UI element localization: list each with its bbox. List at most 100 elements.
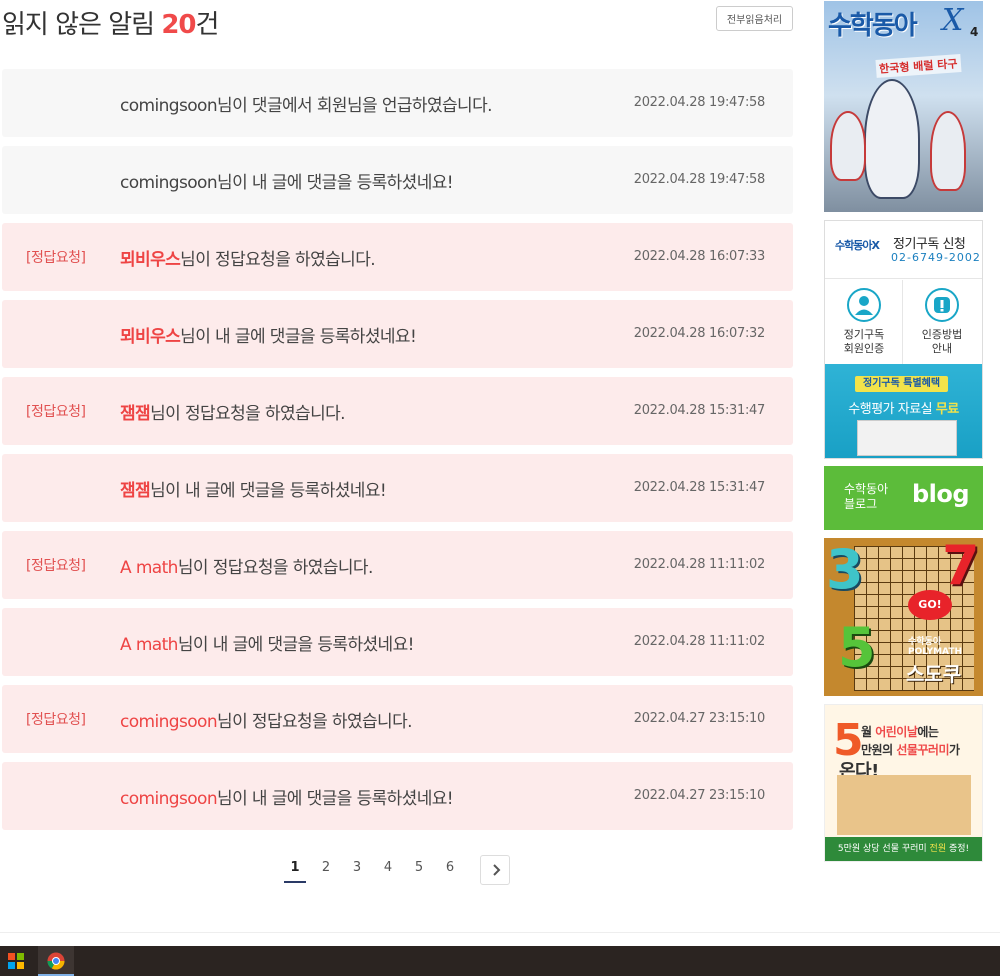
label-line: 정기구독 (843, 328, 885, 341)
page-link[interactable]: 2 (315, 855, 337, 883)
subscription-promo-banner[interactable]: 정기구독 특별혜택 수행평가 자료실 무료 (825, 364, 982, 458)
verify-guide-label: 인증방법 안내 (903, 328, 981, 356)
label-line: 인증방법 (921, 328, 963, 341)
footer-divider (0, 932, 1000, 933)
page-link[interactable]: 6 (439, 855, 461, 883)
event-highlight: 선물꾸러미 (896, 743, 950, 757)
notification-user: comingsoon (120, 173, 218, 193)
notification-date: 2022.04.27 23:15:10 (633, 711, 766, 726)
notification-user: A math (120, 635, 178, 655)
notification-item[interactable]: 뫼비우스님이 내 글에 댓글을 등록하셨네요! 2022.04.28 16:07:… (2, 300, 793, 368)
notification-message: A math님이 내 글에 댓글을 등록하셨네요! (120, 630, 414, 655)
unread-count: 20 (161, 10, 196, 40)
page-link[interactable]: 3 (346, 855, 368, 883)
event-line-1: 월 어린이날에는 (861, 723, 939, 740)
subscription-logo: 수학동아X (835, 239, 880, 252)
notification-list: comingsoon 님이 댓글에서 회원님을 언급하였습니다. 2022.04.2… (2, 69, 793, 839)
member-verify-label: 정기구독 회원인증 (825, 328, 903, 356)
gift-box-illustration (837, 775, 971, 835)
cover-issue: 4 (970, 25, 979, 39)
chrome-taskbar-button[interactable] (38, 946, 74, 976)
brand-line: 수학동아 (908, 637, 942, 647)
event-footer-text: 5만원 상당 선물 꾸러미 (837, 844, 930, 854)
promo-text: 수행평가 자료실 무료 (825, 398, 982, 417)
event-text: 에는 (917, 725, 939, 739)
page-link[interactable]: 1 (284, 855, 306, 883)
notification-user: 뫼비우스 (120, 250, 181, 270)
verify-guide-link[interactable]: 인증방법 안내 (903, 280, 981, 364)
page-header: 읽지 않은 알림 20건 전부읽음처리 (0, 0, 795, 50)
subscription-title: 정기구독 신청 (893, 237, 966, 252)
notification-date: 2022.04.28 16:07:33 (633, 249, 766, 264)
event-highlight: 어린이날 (875, 725, 918, 739)
notification-item[interactable]: comingsoon님이 내 글에 댓글을 등록하셨네요! 2022.04.27 … (2, 762, 793, 830)
worksheet-illustration (857, 420, 957, 456)
notification-message: 잼잼님이 내 글에 댓글을 등록하셨네요! (120, 476, 387, 501)
subscription-header[interactable]: 수학동아X 정기구독 신청 02-6749-2002 (825, 221, 982, 279)
event-footer: 5만원 상당 선물 꾸러미 전원 증정! (825, 837, 982, 861)
notification-text: 님이 내 글에 댓글을 등록하셨네요! (180, 327, 417, 347)
notification-item[interactable]: [정답요청] 잼잼님이 정답요청을 하였습니다. 2022.04.28 15:31:… (2, 377, 793, 445)
notification-item[interactable]: [정답요청] 뫼비우스님이 정답요청을 하였습니다. 2022.04.28 16:0… (2, 223, 793, 291)
user-icon (847, 288, 881, 322)
baseball-player-illustration (930, 111, 966, 191)
notification-text: 님이 내 글에 댓글을 등록하셨네요! (217, 789, 454, 809)
title-suffix: 건 (195, 10, 220, 40)
page-link[interactable]: 5 (408, 855, 430, 883)
notification-message: A math님이 정답요청을 하였습니다. (120, 553, 373, 578)
chrome-icon (47, 952, 65, 970)
windows-icon[interactable] (8, 953, 24, 969)
notification-user: 잼잼 (120, 404, 151, 424)
sudoku-number: 5 (838, 616, 876, 679)
page-link[interactable]: 4 (377, 855, 399, 883)
notification-message: 뫼비우스님이 내 글에 댓글을 등록하셨네요! (120, 322, 417, 347)
notification-date: 2022.04.28 11:11:02 (633, 634, 766, 649)
notification-text: 님이 내 글에 댓글을 등록하셨네요! (177, 635, 415, 655)
sudoku-title: 스도쿠 (906, 662, 962, 686)
notification-date: 2022.04.28 15:31:47 (633, 403, 766, 418)
sudoku-number: 3 (826, 538, 864, 601)
notification-message: comingsoon님이 정답요청을 하였습니다. (120, 707, 413, 732)
sudoku-number: 7 (942, 538, 980, 597)
notification-message: 잼잼님이 정답요청을 하였습니다. (120, 399, 346, 424)
magazine-cover-banner[interactable]: 수학동아 X 4 한국형 배럴 타구 (824, 1, 983, 212)
promo-highlight: 무료 (935, 402, 959, 417)
event-footer-highlight: 전원 (929, 844, 947, 854)
page-title: 읽지 않은 알림 20건 (2, 4, 220, 41)
label-line: 회원인증 (843, 342, 885, 355)
sudoku-banner[interactable]: 3 7 5 GO! 수학동아 POLYMATH 스도쿠 (824, 538, 983, 696)
title-text: 읽지 않은 알림 (2, 10, 155, 40)
notification-date: 2022.04.27 23:15:10 (633, 788, 766, 803)
notification-text: 님이 내 글에 댓글을 등록하셨네요! (217, 173, 454, 193)
next-page-button[interactable] (480, 855, 510, 885)
member-verify-link[interactable]: 정기구독 회원인증 (825, 280, 903, 364)
promo-text-main: 수행평가 자료실 (848, 402, 933, 417)
notification-item[interactable]: comingsoon님이 내 글에 댓글을 등록하셨네요! 2022.04.28 … (2, 146, 793, 214)
notification-item[interactable]: [정답요청] A math님이 정답요청을 하였습니다. 2022.04.28 11… (2, 531, 793, 599)
event-text: 만원의 (861, 743, 897, 757)
notification-date: 2022.04.28 19:47:58 (633, 172, 766, 187)
event-text: 가 (949, 743, 960, 757)
answer-request-tag: [정답요청] (26, 558, 86, 574)
blog-banner[interactable]: 수학동아 블로그 blog (824, 466, 983, 530)
notification-item[interactable]: [정답요청] comingsoon님이 정답요청을 하였습니다. 2022.04.2… (2, 685, 793, 753)
taskbar (0, 946, 1000, 976)
notification-item[interactable]: 잼잼님이 내 글에 댓글을 등록하셨네요! 2022.04.28 15:31:47 (2, 454, 793, 522)
notification-user: 뫼비우스 (120, 327, 181, 347)
blog-kr-label: 수학동아 블로그 (844, 482, 888, 512)
subscription-box: 수학동아X 정기구독 신청 02-6749-2002 정기구독 회원인증 인증방법… (824, 220, 983, 459)
notification-user: 잼잼 (120, 481, 151, 501)
childrens-day-event-banner[interactable]: 5 월 어린이날에는 만원의 선물꾸러미가 온다! 5만원 상당 선물 꾸러미 … (824, 704, 983, 862)
subscription-phone: 02-6749-2002 (891, 251, 981, 264)
notification-item[interactable]: A math님이 내 글에 댓글을 등록하셨네요! 2022.04.28 11:1… (2, 608, 793, 676)
mark-all-read-button[interactable]: 전부읽음처리 (716, 6, 793, 31)
notification-text: 님이 정답요청을 하였습니다. (180, 250, 376, 270)
cover-headline: 한국형 배럴 타구 (875, 54, 962, 78)
notification-text: 님이 댓글에서 회원님을 언급하였습니다. (217, 96, 493, 116)
notification-message: comingsoon님이 내 글에 댓글을 등록하셨네요! (120, 784, 454, 809)
notification-item[interactable]: comingsoon님이 댓글에서 회원님을 언급하였습니다. 2022.04.2… (2, 69, 793, 137)
notification-user: A math (120, 558, 178, 578)
notification-message: 뫼비우스님이 정답요청을 하였습니다. (120, 245, 376, 270)
notification-text: 님이 정답요청을 하였습니다. (217, 712, 413, 732)
cover-title: 수학동아 (828, 11, 918, 41)
